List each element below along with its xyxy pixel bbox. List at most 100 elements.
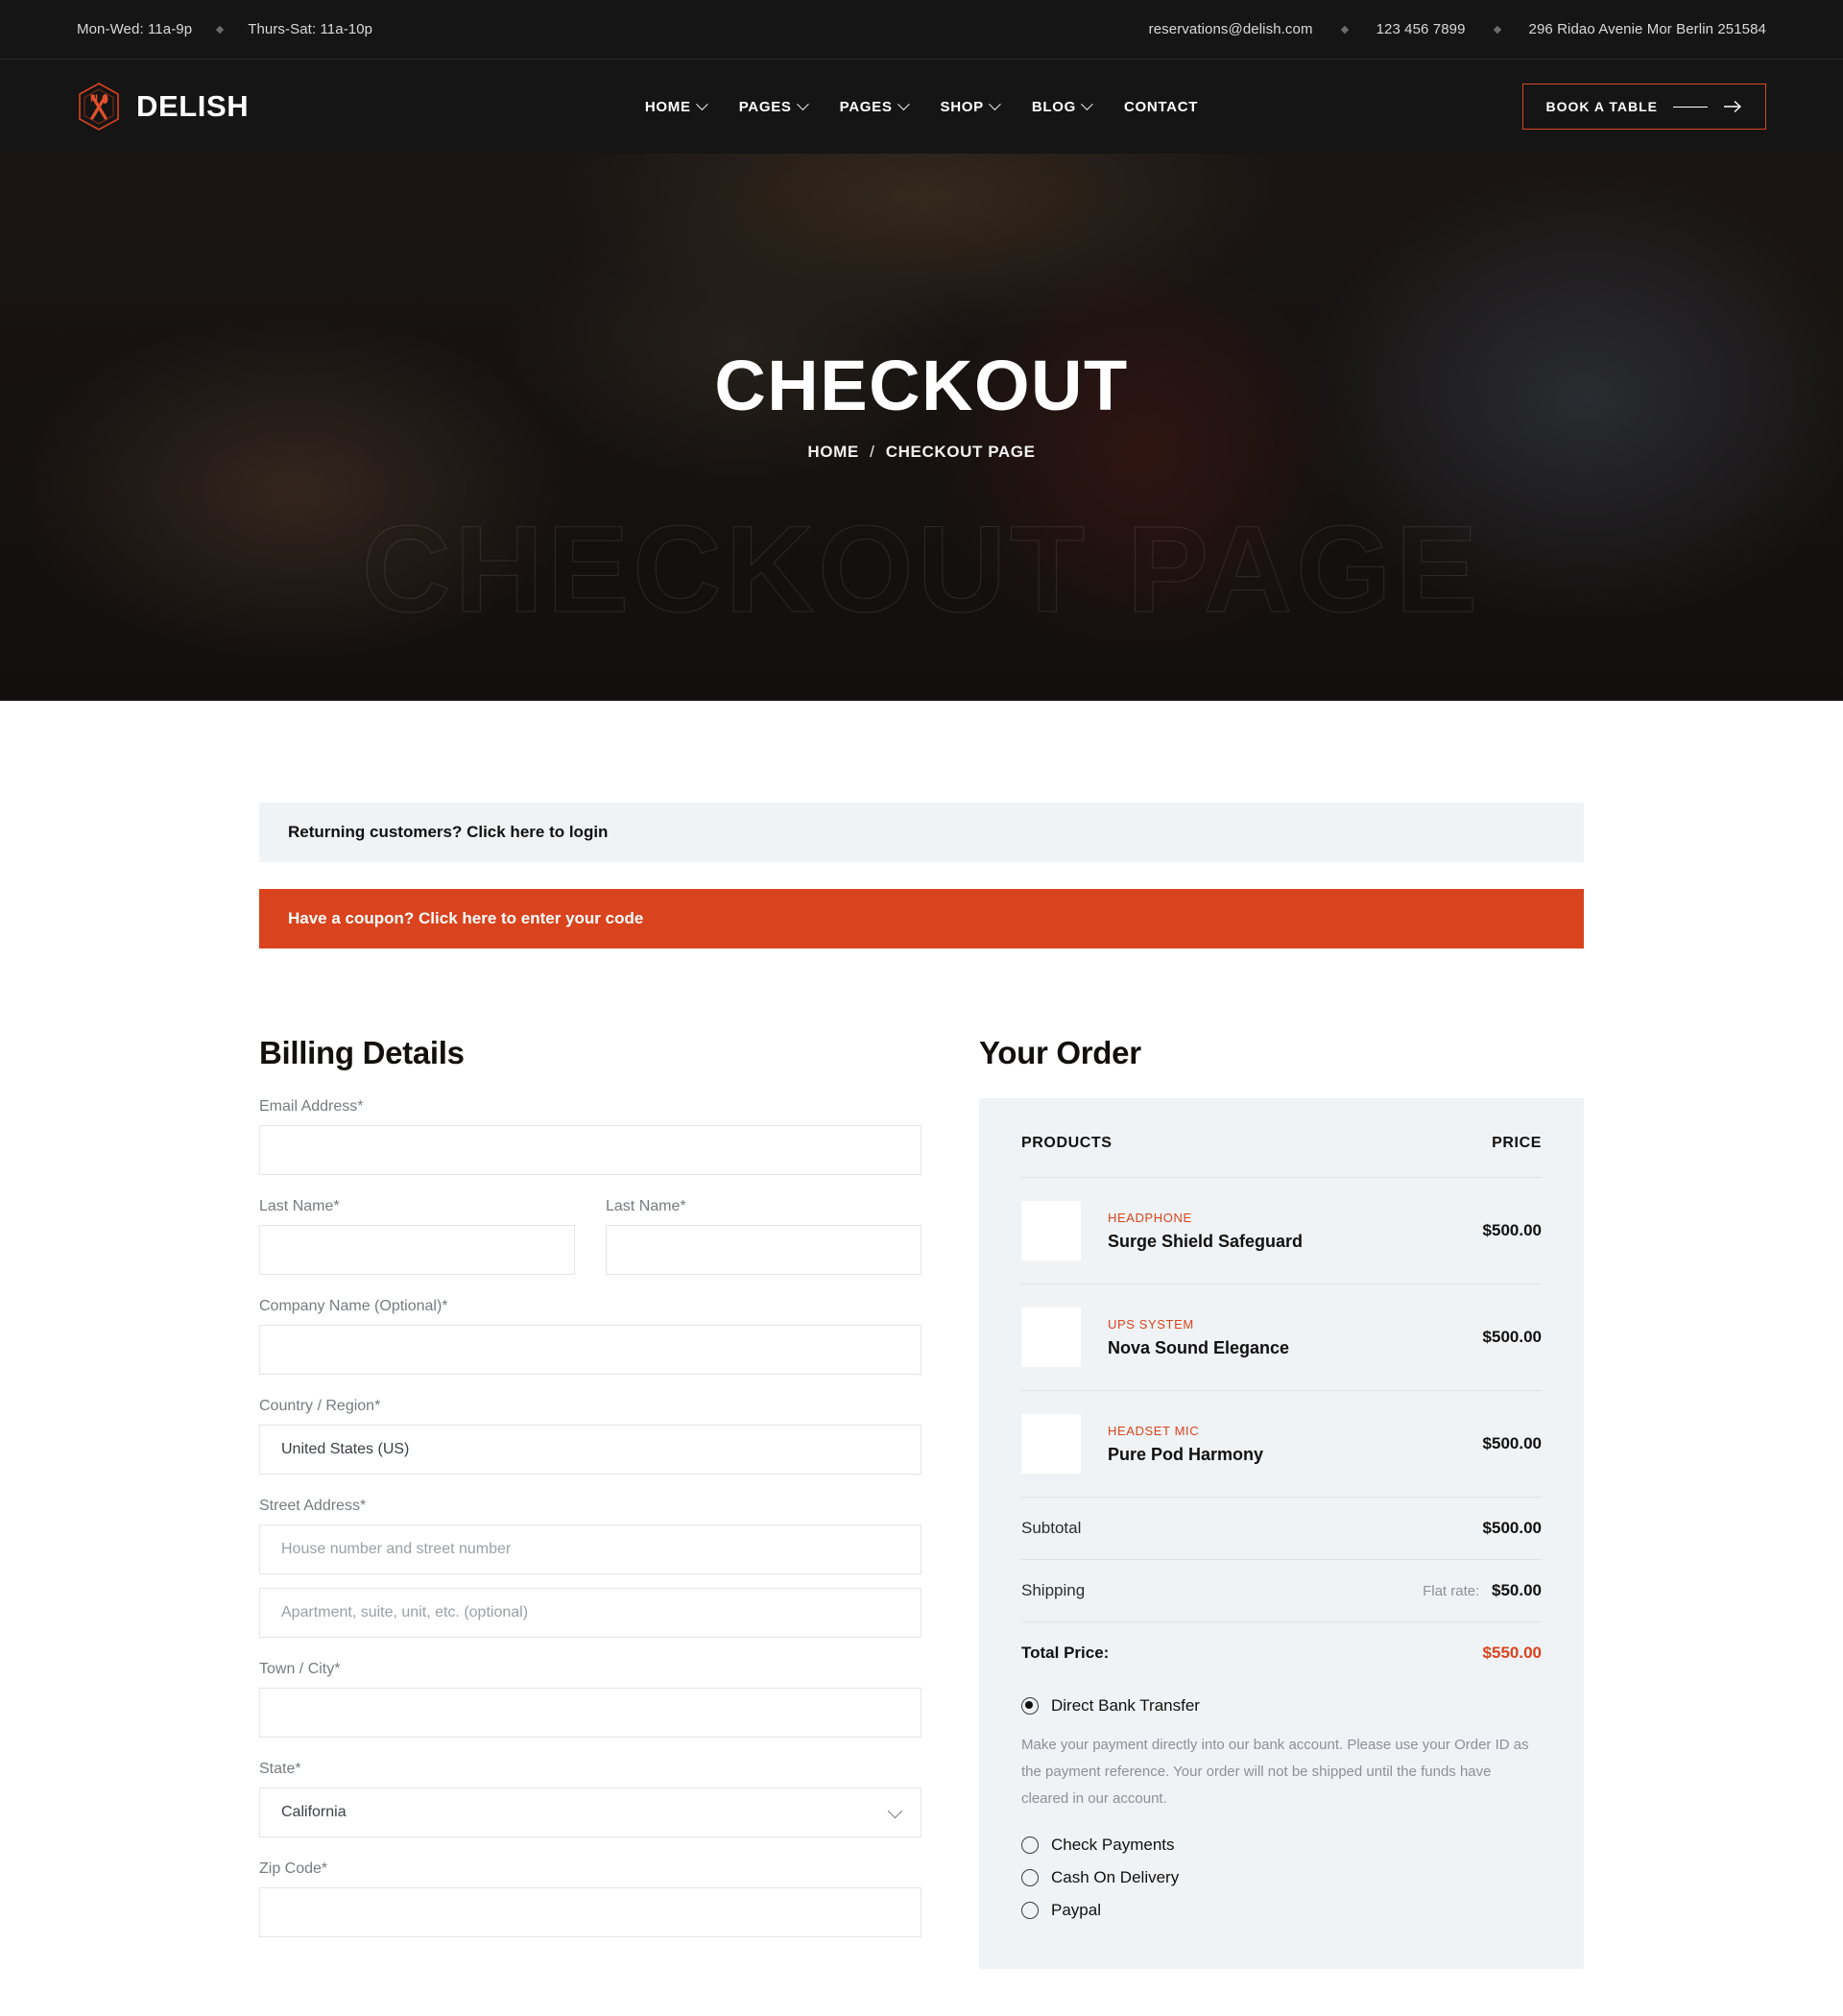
country-label: Country / Region* (259, 1398, 381, 1414)
order-item-row: HEADSET MIC Pure Pod Harmony $500.00 (1021, 1391, 1542, 1498)
total-price-row: Total Price: $550.00 (1021, 1622, 1542, 1684)
chevron-down-icon (1081, 97, 1093, 110)
nav-item-contact[interactable]: CONTACT (1124, 99, 1198, 115)
apartment-input[interactable] (259, 1588, 922, 1638)
nav-item-shop[interactable]: SHOP (940, 97, 1001, 115)
book-a-table-button[interactable]: BOOK A TABLE (1521, 84, 1766, 130)
country-select[interactable] (259, 1425, 922, 1475)
radio-icon[interactable] (1021, 1869, 1039, 1887)
breadcrumb: HOME / CHECKOUT PAGE (0, 443, 1843, 462)
shipping-right: Flat rate: $50.00 (1423, 1581, 1542, 1600)
main-navigation: HOME PAGES PAGES SHOP BLOG CONTACT (644, 97, 1198, 115)
radio-icon[interactable] (1021, 1836, 1039, 1855)
company-label: Company Name (Optional)* (259, 1298, 448, 1314)
billing-details-title: Billing Details (259, 1035, 465, 1070)
subtotal-row: Subtotal $500.00 (1021, 1498, 1542, 1560)
checkout-page: Returning customers? Click here to login… (259, 701, 1584, 1970)
payment-option-bank-transfer[interactable]: Direct Bank Transfer (1021, 1690, 1542, 1722)
top-bar-contact: reservations@delish.com 123 456 7899 296… (1149, 21, 1766, 37)
nav-item-blog[interactable]: BLOG (1032, 97, 1093, 115)
radio-icon[interactable] (1021, 1902, 1039, 1920)
chevron-down-icon (796, 97, 809, 110)
page-title: CHECKOUT (714, 346, 1129, 425)
order-column: Your Order PRODUCTS PRICE HEADPHONE Surg… (979, 1035, 1584, 1970)
nav-item-home[interactable]: HOME (644, 97, 708, 115)
product-category: HEADSET MIC (1108, 1423, 1200, 1438)
payment-option-paypal[interactable]: Paypal (1021, 1894, 1542, 1927)
name-row: Last Name* Last Name* (259, 1198, 922, 1298)
breadcrumb-home[interactable]: HOME (807, 443, 858, 461)
field-company: Company Name (Optional)* (259, 1298, 922, 1375)
zip-label: Zip Code* (259, 1860, 328, 1877)
bank-transfer-description: Make your payment directly into our bank… (1021, 1737, 1529, 1807)
product-price: $500.00 (1482, 1328, 1542, 1346)
product-thumbnail (1021, 1201, 1081, 1260)
your-order-title: Your Order (979, 1035, 1141, 1070)
billing-form: Email Address* Last Name* Last Name* Com… (259, 1098, 922, 1937)
zip-input[interactable] (259, 1887, 922, 1937)
payment-option-check[interactable]: Check Payments (1021, 1829, 1542, 1861)
email-input[interactable] (259, 1125, 922, 1175)
product-category: UPS SYSTEM (1108, 1316, 1194, 1332)
site-header: DELISH HOME PAGES PAGES SHOP BLOG CONTAC… (0, 60, 1843, 154)
subtotal-value: $500.00 (1482, 1519, 1542, 1537)
field-country: Country / Region* (259, 1398, 922, 1475)
arrow-right-icon (1724, 100, 1742, 113)
checkout-columns: Billing Details Email Address* Last Name… (259, 1035, 1584, 1970)
order-item-row: UPS SYSTEM Nova Sound Elegance $500.00 (1021, 1284, 1542, 1391)
product-info: HEADSET MIC Pure Pod Harmony (1108, 1424, 1483, 1465)
field-apartment (259, 1588, 922, 1638)
nav-label: CONTACT (1123, 98, 1199, 115)
coupon-notice[interactable]: Have a coupon? Click here to enter your … (259, 889, 1584, 948)
street-address-input[interactable] (259, 1524, 922, 1574)
shipping-label: Shipping (1021, 1581, 1086, 1599)
contact-address: 296 Ridao Avenie Mor Berlin 251584 (1528, 21, 1766, 37)
product-name: Nova Sound Elegance (1108, 1337, 1290, 1357)
field-city: Town / City* (259, 1661, 922, 1738)
radio-selected-icon[interactable] (1021, 1697, 1039, 1715)
hero-watermark-text: CHECKOUT PAGE (361, 501, 1482, 639)
nav-label: SHOP (940, 98, 984, 115)
product-name: Surge Shield Safeguard (1108, 1231, 1304, 1251)
field-state: State* (259, 1761, 922, 1837)
contact-phone[interactable]: 123 456 7899 (1376, 21, 1466, 37)
check-payments-label: Check Payments (1051, 1836, 1175, 1855)
contact-email[interactable]: reservations@delish.com (1149, 21, 1313, 37)
order-summary-panel: PRODUCTS PRICE HEADPHONE Surge Shield Sa… (979, 1098, 1584, 1970)
order-table-header: PRODUCTS PRICE (1021, 1135, 1542, 1178)
hours-weekday: Mon-Wed: 11a-9p (77, 21, 193, 37)
product-price: $500.00 (1482, 1221, 1542, 1239)
payment-methods: Direct Bank Transfer Make your payment d… (1021, 1690, 1542, 1927)
company-input[interactable] (259, 1325, 922, 1375)
product-name: Pure Pod Harmony (1108, 1444, 1264, 1464)
page-hero: CHECKOUT PAGE CHECKOUT HOME / CHECKOUT P… (0, 154, 1843, 701)
state-select[interactable] (259, 1788, 922, 1837)
field-email: Email Address* (259, 1098, 922, 1175)
chevron-down-icon (988, 97, 1001, 110)
nav-label: PAGES (738, 98, 792, 115)
breadcrumb-separator: / (870, 443, 875, 461)
chevron-down-icon (897, 97, 910, 110)
last-name-input[interactable] (606, 1225, 922, 1275)
billing-column: Billing Details Email Address* Last Name… (259, 1035, 922, 1969)
returning-customer-login-notice[interactable]: Returning customers? Click here to login (259, 803, 1584, 862)
total-price-value: $550.00 (1482, 1644, 1542, 1662)
shipping-row: Shipping Flat rate: $50.00 (1021, 1560, 1542, 1622)
shipping-method-note: Flat rate: (1423, 1583, 1480, 1599)
column-header-products: PRODUCTS (1021, 1135, 1113, 1151)
nav-item-pages-2[interactable]: PAGES (840, 97, 910, 115)
first-name-input[interactable] (259, 1225, 575, 1275)
product-info: HEADPHONE Surge Shield Safeguard (1108, 1211, 1483, 1252)
chevron-down-icon (695, 97, 708, 110)
diamond-separator-icon (1493, 25, 1501, 34)
button-rule (1673, 106, 1708, 108)
nav-item-pages-1[interactable]: PAGES (738, 97, 809, 115)
payment-option-cash-on-delivery[interactable]: Cash On Delivery (1021, 1861, 1542, 1894)
street-label: Street Address* (259, 1498, 367, 1514)
brand-logo[interactable]: DELISH (77, 82, 249, 132)
column-header-price: PRICE (1492, 1135, 1542, 1151)
total-price-label: Total Price: (1021, 1644, 1110, 1662)
email-label: Email Address* (259, 1098, 364, 1115)
city-input[interactable] (259, 1688, 922, 1738)
nav-label: HOME (644, 98, 691, 115)
